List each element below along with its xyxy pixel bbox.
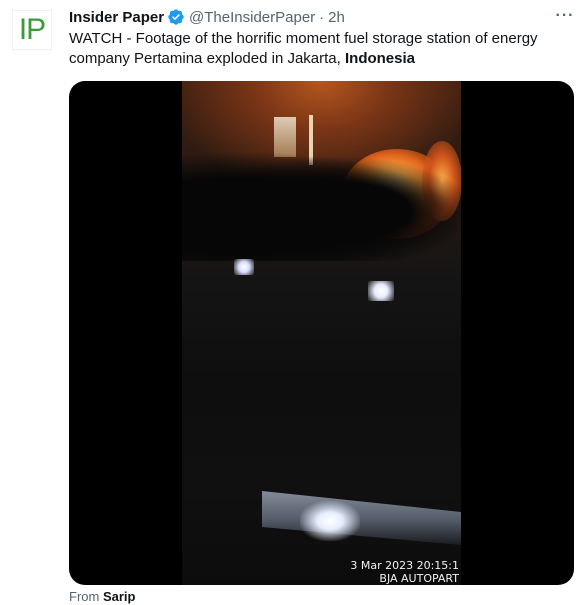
- separator-dot: ·: [319, 8, 325, 26]
- tweet-text-main: WATCH - Footage of the horrific moment f…: [69, 30, 538, 67]
- author-handle[interactable]: @TheInsiderPaper: [189, 9, 315, 26]
- tweet-text: WATCH - Footage of the horrific moment f…: [69, 29, 574, 69]
- author-display-name[interactable]: Insider Paper: [69, 9, 164, 26]
- more-horizontal-icon: ···: [555, 7, 575, 24]
- timestamp[interactable]: 2h: [328, 9, 345, 26]
- more-options-button[interactable]: ···: [553, 6, 577, 26]
- tweet-header: Insider Paper @TheInsiderPaper · 2h: [69, 7, 345, 27]
- roof-foreground: [262, 491, 461, 545]
- avatar-border: [12, 10, 52, 50]
- watermark-timestamp: 3 Mar 2023 20:15:1: [350, 559, 459, 572]
- media-source-prefix: From: [69, 589, 100, 604]
- verified-badge-icon[interactable]: [167, 8, 185, 26]
- tweet[interactable]: IP Insider Paper @TheInsiderPaper · 2h ·…: [0, 0, 583, 605]
- video-watermark: 3 Mar 2023 20:15:1 BJA AUTOPART: [344, 559, 459, 585]
- avatar[interactable]: IP: [12, 10, 52, 50]
- street-light: [234, 259, 254, 275]
- roof-light: [300, 501, 360, 541]
- media-source: From Sarip: [69, 589, 135, 605]
- video-player[interactable]: 3 Mar 2023 20:15:1 BJA AUTOPART: [69, 81, 574, 585]
- street-light: [368, 281, 394, 301]
- media-source-link[interactable]: Sarip: [103, 589, 136, 604]
- watermark-label: BJA AUTOPART: [379, 572, 459, 585]
- tree-silhouettes: [182, 151, 461, 261]
- video-frame[interactable]: 3 Mar 2023 20:15:1 BJA AUTOPART: [182, 81, 461, 585]
- tweet-text-location: Indonesia: [344, 50, 415, 67]
